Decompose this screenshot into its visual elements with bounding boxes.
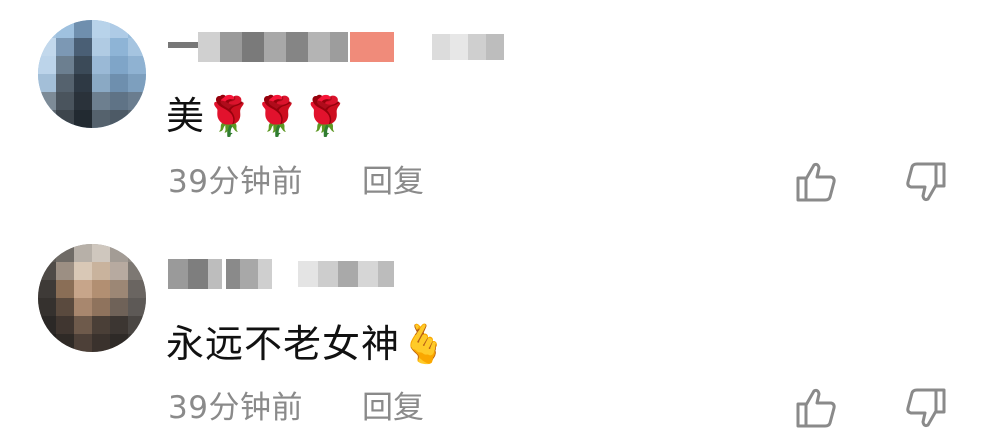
- comment-text: 美🌹🌹🌹: [166, 94, 350, 138]
- comment-item: 永远不老女神🫰 39分钟前 回复: [0, 226, 1000, 448]
- comment-time: 39分钟前: [168, 390, 303, 426]
- username-blurred[interactable]: [168, 28, 518, 68]
- thumbs-up-icon[interactable]: [794, 160, 838, 204]
- comment-item: 美🌹🌹🌹 39分钟前 回复: [0, 0, 1000, 222]
- avatar[interactable]: [38, 20, 146, 128]
- reply-button[interactable]: 回复: [362, 162, 424, 202]
- comment-meta: 39分钟前 回复: [168, 162, 424, 202]
- comment-time: 39分钟前: [168, 164, 303, 200]
- avatar[interactable]: [38, 244, 146, 352]
- thumbs-down-icon[interactable]: [904, 160, 948, 204]
- comment-text: 永远不老女神🫰: [166, 322, 449, 366]
- username-blurred[interactable]: [168, 255, 398, 295]
- thumbs-up-icon[interactable]: [794, 386, 838, 430]
- reply-button[interactable]: 回复: [362, 388, 424, 428]
- thumbs-down-icon[interactable]: [904, 386, 948, 430]
- comment-meta: 39分钟前 回复: [168, 388, 424, 428]
